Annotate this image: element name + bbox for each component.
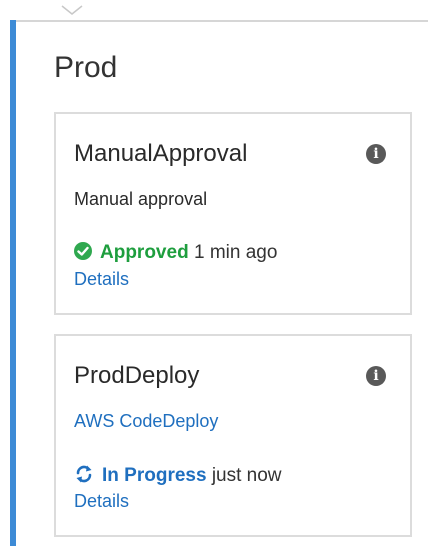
info-icon[interactable]: i <box>366 366 386 386</box>
status-label: Approved <box>100 242 189 263</box>
status-time: 1 min ago <box>193 242 278 263</box>
details-link[interactable]: Details <box>74 268 129 290</box>
action-provider-link[interactable]: AWS CodeDeploy <box>74 410 218 432</box>
action-name: ManualApproval <box>74 140 248 167</box>
check-circle-icon <box>74 242 92 260</box>
pipeline-stage-panel: Prod ManualApproval i Manual approval Ap… <box>0 0 428 546</box>
action-name: ProdDeploy <box>74 362 200 389</box>
status-time: just now <box>211 465 282 486</box>
action-provider: Manual approval <box>74 189 208 209</box>
action-status-row: Approved 1 min ago <box>74 242 277 264</box>
stage-title: Prod <box>54 51 118 84</box>
stage-accent-bar <box>10 20 16 546</box>
refresh-icon <box>76 465 92 483</box>
action-card-prod-deploy: ProdDeploy i AWS CodeDeploy In Progress … <box>54 334 412 537</box>
details-link[interactable]: Details <box>74 490 129 512</box>
action-status-row: In Progress just now <box>74 464 282 487</box>
status-label: In Progress <box>102 465 207 486</box>
stage-top-divider <box>16 20 428 22</box>
info-icon[interactable]: i <box>366 144 386 164</box>
action-card-manual-approval: ManualApproval i Manual approval Approve… <box>54 112 412 315</box>
chevron-down-icon <box>61 5 83 15</box>
